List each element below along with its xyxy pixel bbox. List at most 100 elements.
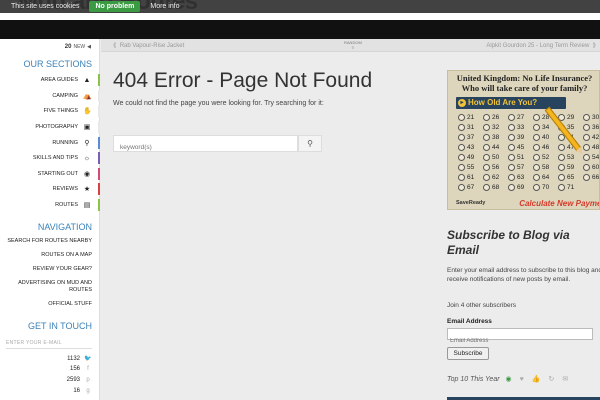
radio-icon xyxy=(508,133,515,141)
age-label: 64 xyxy=(542,173,550,181)
like-icon[interactable]: 👍 xyxy=(532,375,541,383)
age-label: 46 xyxy=(542,143,550,151)
radio-icon xyxy=(483,163,490,171)
age-option[interactable]: 33 xyxy=(508,122,533,132)
age-option[interactable]: 65 xyxy=(558,172,583,182)
subscribe-email-field[interactable] xyxy=(447,328,593,346)
age-option[interactable]: 40 xyxy=(533,132,558,142)
section-five-things[interactable]: FIVE THINGS ✋ xyxy=(0,104,100,118)
next-post-link[interactable]: Alpkit Gourdon 25 - Long Term Review ⟫ xyxy=(486,42,596,49)
nav-search-routes-nearby[interactable]: SEARCH FOR ROUTES NEARBY xyxy=(0,238,92,245)
age-option[interactable]: 30 xyxy=(583,112,599,122)
section-photography[interactable]: PHOTOGRAPHY ▣ xyxy=(0,120,100,134)
age-option[interactable]: 59 xyxy=(558,162,583,172)
section-color-bar xyxy=(98,168,100,180)
age-option[interactable]: 43 xyxy=(458,142,483,152)
left-sidebar: 20 NEW ◀ OUR SECTIONS AREA GUIDES ▲ CAMP… xyxy=(0,39,100,400)
radio-icon xyxy=(483,173,490,181)
age-option[interactable]: 64 xyxy=(533,172,558,182)
subscribe-button[interactable]: Subscribe xyxy=(447,347,489,360)
pinterest-followers[interactable]: 2593 p xyxy=(0,377,92,383)
eye-icon[interactable]: ◉ xyxy=(506,375,512,383)
age-option[interactable]: 49 xyxy=(458,152,483,162)
google-plus-followers[interactable]: 16 g xyxy=(0,388,92,394)
age-option[interactable]: 46 xyxy=(533,142,558,152)
age-label: 52 xyxy=(542,153,550,161)
age-label: 42 xyxy=(592,133,600,141)
section-area-guides[interactable]: AREA GUIDES ▲ xyxy=(0,73,100,87)
age-option[interactable]: 36 xyxy=(583,122,599,132)
age-option[interactable]: 26 xyxy=(483,112,508,122)
age-option[interactable]: 58 xyxy=(533,162,558,172)
heart-icon[interactable]: ♥ xyxy=(520,376,524,383)
follower-count: 16 xyxy=(73,388,80,394)
previous-post-link[interactable]: ⟪ Rab Vapour-Rise Jacket xyxy=(113,42,184,49)
radio-icon xyxy=(533,153,540,161)
age-option[interactable]: 51 xyxy=(508,152,533,162)
age-option[interactable]: 60 xyxy=(583,162,599,172)
ad-cta[interactable]: Calculate New Payment xyxy=(519,199,599,208)
age-option[interactable]: 50 xyxy=(483,152,508,162)
comment-icon[interactable]: ✉ xyxy=(562,375,568,383)
nav-official-stuff[interactable]: OFFICIAL STUFF xyxy=(0,301,92,308)
age-option[interactable]: 70 xyxy=(533,182,558,192)
age-option[interactable]: 32 xyxy=(483,122,508,132)
subscribe-email-input[interactable] xyxy=(448,336,588,346)
age-option[interactable]: 71 xyxy=(558,182,583,192)
radio-icon xyxy=(508,153,515,161)
section-color-bar xyxy=(98,183,100,195)
section-camping[interactable]: CAMPING ⛺ xyxy=(0,89,100,103)
radio-icon xyxy=(483,133,490,141)
age-option[interactable]: 66 xyxy=(583,172,599,182)
refresh-icon[interactable]: ↻ xyxy=(549,375,555,383)
age-option[interactable]: 45 xyxy=(508,142,533,152)
cookie-accept-button[interactable]: No problem xyxy=(89,1,141,12)
error-message: We could not find the page you were look… xyxy=(113,100,324,107)
newsletter-email-input[interactable]: ENTER YOUR E-MAIL xyxy=(6,340,62,346)
section-running[interactable]: RUNNING ⚲ xyxy=(0,136,100,150)
nav-routes-on-a-map[interactable]: ROUTES ON A MAP xyxy=(0,252,92,259)
search-input[interactable] xyxy=(114,140,294,155)
new-posts-link[interactable]: 20 NEW ◀ xyxy=(65,44,91,50)
age-label: 69 xyxy=(517,183,525,191)
age-option[interactable]: 63 xyxy=(508,172,533,182)
section-label: CAMPING xyxy=(52,93,78,99)
play-icon: ▸ xyxy=(458,99,466,107)
age-option[interactable]: 54 xyxy=(583,152,599,162)
twitter-followers[interactable]: 1132 🐦 xyxy=(0,355,92,363)
age-option[interactable]: 29 xyxy=(558,112,583,122)
age-option[interactable]: 38 xyxy=(483,132,508,142)
search-field[interactable] xyxy=(113,135,298,155)
age-option[interactable]: 21 xyxy=(458,112,483,122)
age-option[interactable]: 68 xyxy=(483,182,508,192)
age-option[interactable]: 57 xyxy=(508,162,533,172)
age-option[interactable]: 67 xyxy=(458,182,483,192)
age-option[interactable]: 37 xyxy=(458,132,483,142)
age-option[interactable]: 44 xyxy=(483,142,508,152)
section-starting-out[interactable]: STARTING OUT ◉ xyxy=(0,167,100,181)
nav-advertising[interactable]: ADVERTISING ON MUD AND ROUTES xyxy=(4,280,92,294)
facebook-followers[interactable]: 156 f xyxy=(0,366,92,372)
age-option[interactable]: 61 xyxy=(458,172,483,182)
age-option[interactable]: 27 xyxy=(508,112,533,122)
section-routes[interactable]: ROUTES ▤ xyxy=(0,198,100,212)
cookie-more-info-link[interactable]: More info xyxy=(150,3,179,10)
insurance-ad[interactable]: United Kingdom: No Life Insurance? Who w… xyxy=(447,70,600,210)
age-option[interactable]: 52 xyxy=(533,152,558,162)
age-option[interactable]: 39 xyxy=(508,132,533,142)
section-skills-and-tips[interactable]: SKILLS AND TIPS ☼ xyxy=(0,151,100,165)
age-option[interactable]: 42 xyxy=(583,132,600,142)
age-label: 71 xyxy=(567,183,575,191)
age-option[interactable]: 62 xyxy=(483,172,508,182)
age-option[interactable]: 31 xyxy=(458,122,483,132)
nav-review-your-gear[interactable]: REVIEW YOUR GEAR? xyxy=(0,266,92,273)
age-option[interactable]: 69 xyxy=(508,182,533,192)
search-button[interactable]: ⚲ xyxy=(298,135,322,152)
age-label: 35 xyxy=(567,123,575,131)
tent-icon: ⛺ xyxy=(83,93,92,100)
age-option[interactable]: 56 xyxy=(483,162,508,172)
age-option[interactable]: 55 xyxy=(458,162,483,172)
section-reviews[interactable]: REVIEWS ★ xyxy=(0,182,100,196)
age-option[interactable]: 48 xyxy=(583,142,599,152)
random-post-button[interactable]: RANDOM ≡ xyxy=(344,40,362,50)
